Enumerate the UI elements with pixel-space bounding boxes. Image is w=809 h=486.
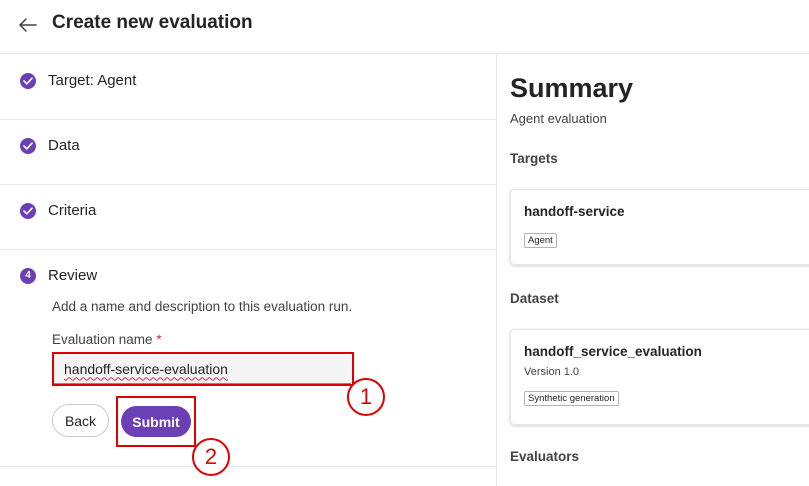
annotation-marker-2: 2 (192, 438, 230, 476)
step-criteria[interactable]: Criteria (0, 185, 497, 250)
dataset-card: handoff_service_evaluation Version 1.0 S… (510, 329, 809, 425)
target-name: handoff-service (524, 204, 625, 219)
step-number-badge: 4 (20, 267, 36, 284)
back-arrow-icon[interactable] (16, 13, 40, 37)
submit-button[interactable]: Submit (121, 406, 191, 437)
summary-subtitle: Agent evaluation (510, 111, 607, 126)
dataset-source-tag: Synthetic generation (524, 391, 619, 406)
step-label: Data (48, 137, 80, 154)
checkmark-icon (20, 202, 36, 219)
dataset-label: Dataset (510, 291, 559, 306)
step-label: Review (48, 267, 98, 284)
checkmark-icon (20, 137, 36, 154)
step-target[interactable]: Target: Agent (0, 54, 497, 120)
evaluation-name-label: Evaluation name * (52, 332, 162, 347)
target-card: handoff-service Agent (510, 189, 809, 265)
target-type-tag: Agent (524, 233, 557, 248)
summary-panel: Summary Agent evaluation Targets handoff… (498, 54, 809, 486)
summary-title: Summary (510, 73, 634, 103)
page-header: Create new evaluation (0, 0, 809, 54)
dataset-version: Version 1.0 (524, 366, 580, 378)
checkmark-icon (20, 72, 36, 89)
evaluation-name-value: handoff-service-evaluation (64, 360, 228, 377)
annotation-marker-1: 1 (347, 378, 385, 416)
step-label: Criteria (48, 202, 97, 219)
step-data[interactable]: Data (0, 120, 497, 185)
back-button[interactable]: Back (52, 404, 109, 437)
review-description: Add a name and description to this evalu… (52, 299, 353, 314)
step-label: Target: Agent (48, 72, 137, 89)
wizard-steps-panel: Target: Agent Data Criteria 4 Review Add… (0, 54, 497, 486)
evaluation-name-input[interactable]: handoff-service-evaluation (54, 354, 351, 384)
required-marker: * (156, 332, 162, 347)
evaluators-label: Evaluators (510, 449, 580, 464)
dataset-name: handoff_service_evaluation (524, 344, 702, 359)
page-title: Create new evaluation (52, 12, 253, 33)
targets-label: Targets (510, 151, 558, 166)
